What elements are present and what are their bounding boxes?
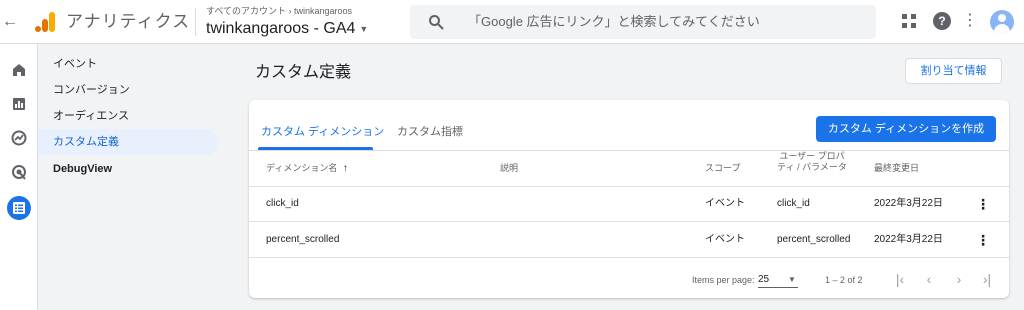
search-icon xyxy=(429,15,444,30)
column-header-user-property: ユーザー プロパティ / パラメータ xyxy=(777,151,847,172)
top-app-bar: ← アナリティクス すべてのアカウント › twinkangaroos twin… xyxy=(0,0,1024,44)
table-cell-parameter: click_id xyxy=(777,198,810,209)
header-divider-line xyxy=(249,186,1009,187)
back-arrow-icon[interactable]: ← xyxy=(2,12,18,32)
home-icon[interactable] xyxy=(7,58,31,82)
search-bar[interactable]: 「Google 広告にリンク」と検索してみてください xyxy=(410,5,876,39)
custom-definitions-card: カスタム ディメンション カスタム指標 カスタム ディメンションを作成 ディメン… xyxy=(249,100,1009,298)
next-page-icon[interactable]: › xyxy=(952,271,966,287)
property-name: twinkangaroos - GA4 xyxy=(206,20,356,38)
header-divider xyxy=(195,8,196,36)
more-vert-icon[interactable]: ⋮ xyxy=(962,12,978,30)
row-divider-line xyxy=(249,221,1009,222)
column-header-scope: スコープ xyxy=(705,163,741,173)
table-cell-name: percent_scrolled xyxy=(266,234,340,245)
apps-grid-icon[interactable] xyxy=(902,14,916,28)
help-icon[interactable]: ? xyxy=(933,12,951,30)
app-title: アナリティクス xyxy=(66,12,191,31)
table-cell-parameter: percent_scrolled xyxy=(777,234,851,245)
left-rail xyxy=(0,44,38,310)
items-per-page-value: 25 xyxy=(758,274,770,285)
table-cell-date: 2022年3月22日 xyxy=(874,198,943,209)
items-per-page-select[interactable]: 25 ▼ xyxy=(758,272,798,288)
account-breadcrumb[interactable]: すべてのアカウント › twinkangaroos xyxy=(206,5,352,17)
column-header-dimension-name-label: ディメンション名 xyxy=(266,163,338,173)
configure-sidebar: イベント コンバージョン オーディエンス カスタム定義 DebugView xyxy=(38,44,228,310)
create-custom-dimension-button[interactable]: カスタム ディメンションを作成 xyxy=(816,116,996,142)
table-cell-date: 2022年3月22日 xyxy=(874,234,943,245)
tab-custom-metrics[interactable]: カスタム指標 xyxy=(397,124,463,150)
sort-ascending-icon: ↑ xyxy=(342,163,348,174)
sidebar-item-events[interactable]: イベント xyxy=(38,51,218,77)
dropdown-arrow-icon: ▼ xyxy=(788,275,796,284)
page-title: カスタム定義 xyxy=(255,64,352,81)
sidebar-item-custom-definitions[interactable]: カスタム定義 xyxy=(38,129,218,155)
sidebar-item-audiences[interactable]: オーディエンス xyxy=(38,103,218,129)
first-page-icon[interactable]: |‹ xyxy=(893,271,907,287)
items-per-page-label: Items per page: xyxy=(692,275,755,285)
sidebar-item-conversions[interactable]: コンバージョン xyxy=(38,77,218,103)
configure-icon[interactable] xyxy=(7,196,31,220)
sidebar-item-debugview[interactable]: DebugView xyxy=(38,156,218,182)
reports-icon[interactable] xyxy=(7,92,31,116)
table-cell-scope: イベント xyxy=(705,198,745,209)
last-page-icon[interactable]: ›| xyxy=(980,271,994,287)
table-cell-name: click_id xyxy=(266,198,299,209)
caret-down-icon: ▼ xyxy=(359,24,369,34)
row-divider-line xyxy=(249,257,1009,258)
pagination-range: 1 – 2 of 2 xyxy=(825,275,863,285)
column-header-description: 説明 xyxy=(500,163,519,173)
column-header-dimension-name[interactable]: ディメンション名 ↑ xyxy=(266,163,348,174)
advertising-icon[interactable] xyxy=(7,160,31,184)
row-more-icon[interactable]: ⋮ xyxy=(976,197,990,211)
previous-page-icon[interactable]: ‹ xyxy=(922,271,936,287)
analytics-logo-icon xyxy=(35,12,55,32)
table-cell-scope: イベント xyxy=(705,234,745,245)
property-selector[interactable]: twinkangaroos - GA4 ▼ xyxy=(206,18,368,40)
row-more-icon[interactable]: ⋮ xyxy=(976,233,990,247)
column-header-last-modified: 最終変更日 xyxy=(874,163,920,173)
avatar-head xyxy=(998,14,1006,22)
search-placeholder: 「Google 広告にリンク」と検索してみてください xyxy=(468,14,760,29)
tab-divider xyxy=(249,150,1009,151)
avatar-body xyxy=(994,24,1010,34)
explore-icon[interactable] xyxy=(7,126,31,150)
avatar[interactable] xyxy=(990,10,1014,34)
assignment-info-button[interactable]: 割り当て情報 xyxy=(905,58,1002,84)
